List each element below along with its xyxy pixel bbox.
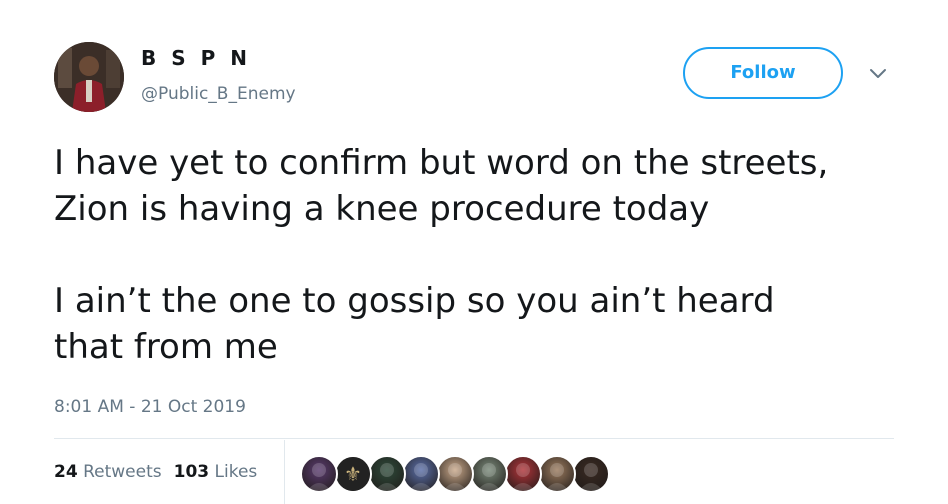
- author-display-name[interactable]: B S P N: [141, 46, 251, 70]
- liker-avatar[interactable]: [436, 455, 474, 493]
- chevron-down-icon[interactable]: [868, 66, 888, 80]
- likes-label: Likes: [214, 462, 258, 482]
- likes-count: 103: [173, 462, 210, 482]
- liker-avatar[interactable]: [402, 455, 440, 493]
- liker-avatar[interactable]: [300, 455, 338, 493]
- liker-avatar[interactable]: [572, 455, 610, 493]
- author-handle[interactable]: @Public_B_Enemy: [141, 84, 296, 104]
- follow-button[interactable]: Follow: [683, 47, 843, 99]
- retweets-count: 24: [54, 462, 78, 482]
- divider: [54, 438, 894, 439]
- profile-photo-icon: [54, 42, 124, 112]
- liker-avatar[interactable]: [470, 455, 508, 493]
- liker-avatar[interactable]: [368, 455, 406, 493]
- retweets-stat[interactable]: 24 Retweets: [54, 462, 162, 482]
- tweet-card: B S P N @Public_B_Enemy Follow I have ye…: [0, 0, 948, 504]
- svg-text:⚜: ⚜: [344, 462, 362, 486]
- tweet-text: I have yet to confirm but word on the st…: [54, 143, 829, 367]
- saints-fleur-de-lis-icon[interactable]: ⚜: [334, 455, 372, 493]
- liker-avatar[interactable]: [504, 455, 542, 493]
- tweet-stats: 24 Retweets 103 Likes: [54, 462, 257, 482]
- liker-avatar[interactable]: [538, 455, 576, 493]
- likes-stat[interactable]: 103 Likes: [174, 462, 258, 482]
- stats-divider: [284, 440, 285, 504]
- author-avatar[interactable]: [54, 42, 124, 112]
- tweet-timestamp[interactable]: 8:01 AM - 21 Oct 2019: [54, 397, 246, 417]
- retweets-label: Retweets: [83, 462, 162, 482]
